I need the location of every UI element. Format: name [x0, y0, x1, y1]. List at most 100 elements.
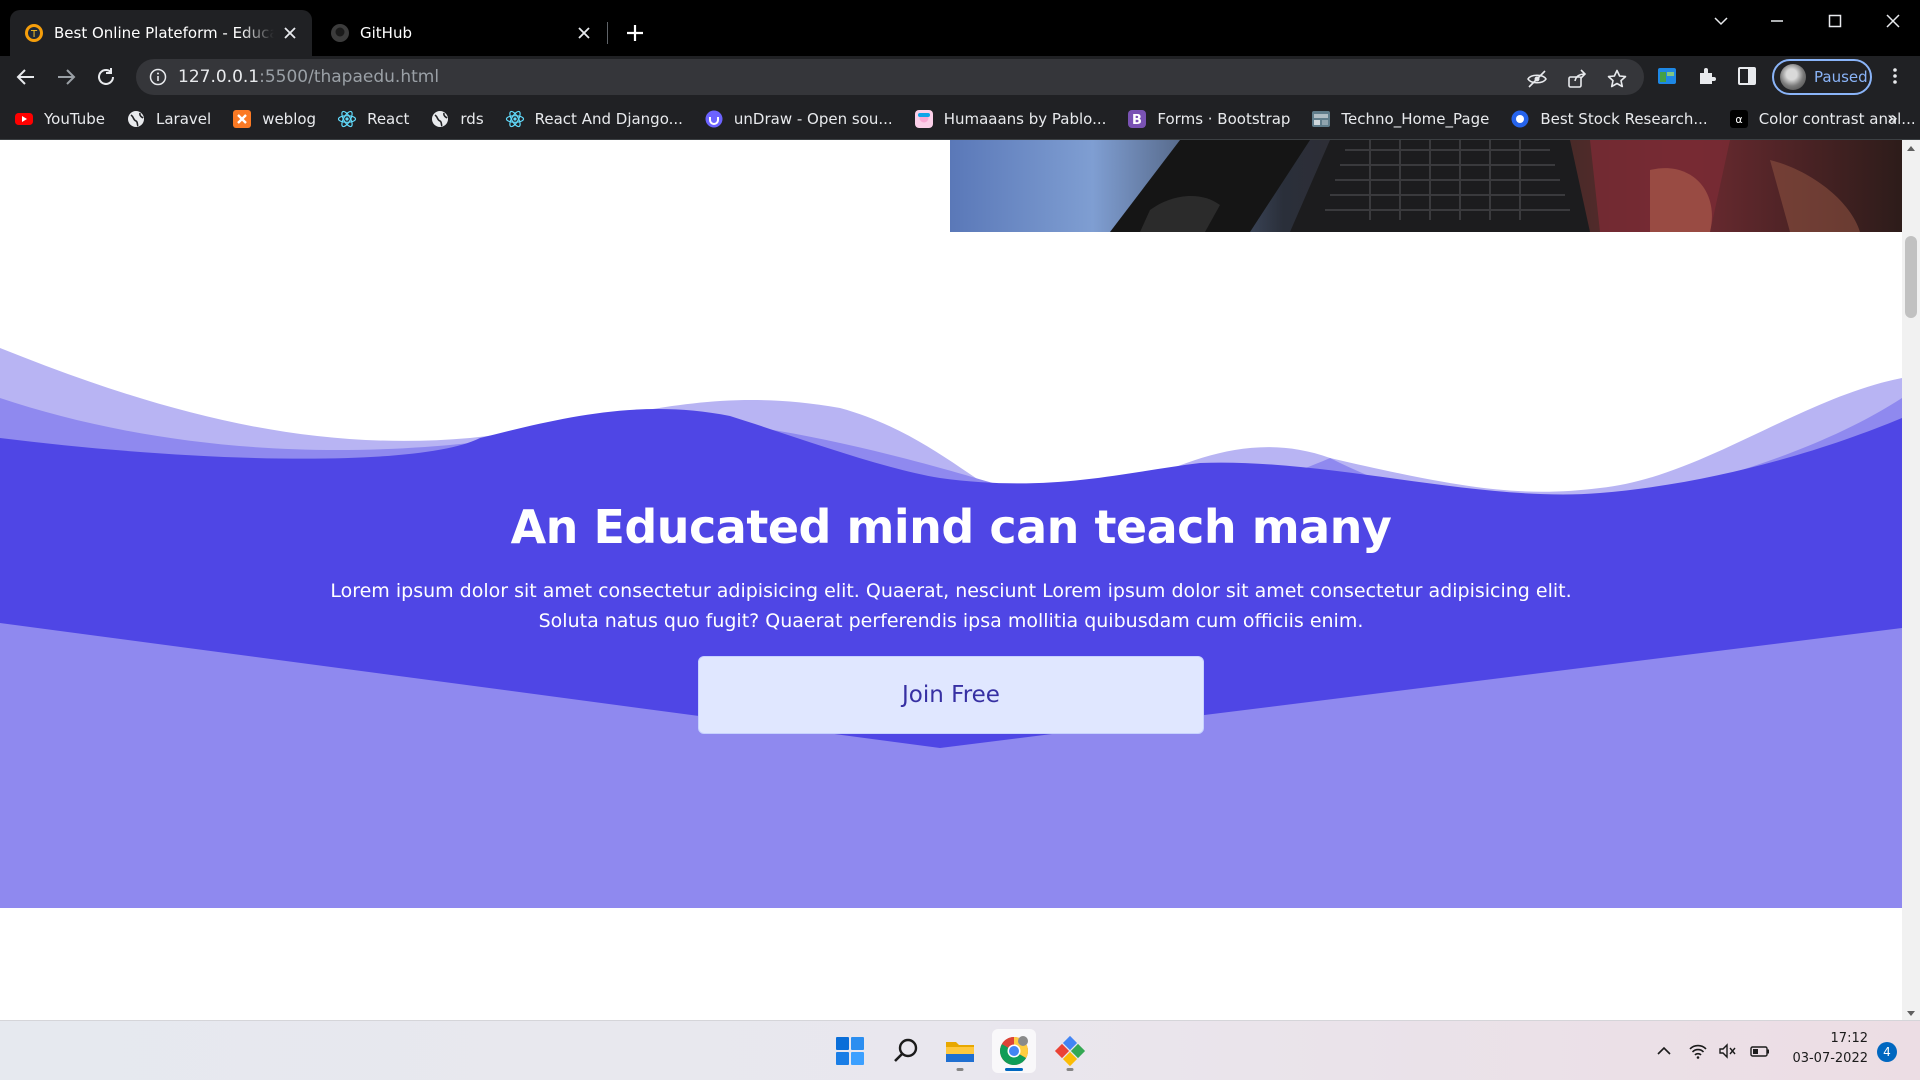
- extensions-puzzle-icon[interactable]: [1696, 65, 1718, 87]
- volume-muted-icon[interactable]: [1718, 1041, 1738, 1061]
- tab-title: Best Online Plateform - Education: [54, 24, 274, 42]
- react-icon: [337, 110, 357, 127]
- address-bar[interactable]: 127.0.0.1:5500/thapaedu.html: [136, 59, 1644, 95]
- stock-icon: [1511, 110, 1529, 127]
- url-path: :5500/thapaedu.html: [259, 67, 440, 87]
- start-button[interactable]: [828, 1029, 872, 1073]
- side-panel-icon[interactable]: [1736, 65, 1758, 87]
- kebab-menu-icon[interactable]: [1884, 65, 1906, 87]
- clock-time: 17:12: [1830, 1031, 1868, 1046]
- tab-active[interactable]: T Best Online Plateform - Education: [10, 10, 312, 56]
- tab-github[interactable]: GitHub: [316, 10, 606, 56]
- new-tab-plus-icon[interactable]: [622, 20, 648, 46]
- bookmark-label: Techno_Home_Page: [1341, 109, 1490, 128]
- running-indicator: [1066, 1068, 1074, 1071]
- bookmark-label: Best Stock Research...: [1540, 109, 1708, 128]
- techno-icon: [1312, 110, 1331, 127]
- windows-taskbar: 17:12 03-07-2022 4: [0, 1020, 1920, 1080]
- search-icon: [894, 1038, 918, 1062]
- bookmarks-overflow-button[interactable]: »: [1887, 108, 1898, 129]
- bookmark-undraw[interactable]: unDraw - Open sou...: [704, 109, 893, 129]
- bookmark-label: Humaaans by Pablo...: [943, 109, 1107, 128]
- contrast-icon: α: [1729, 109, 1748, 128]
- windows-logo-icon: [836, 1037, 864, 1065]
- avatar: [1780, 64, 1806, 90]
- close-window-icon[interactable]: [1880, 8, 1906, 34]
- file-explorer-button[interactable]: [938, 1029, 982, 1073]
- tab-separator: [607, 22, 608, 44]
- globe-icon: [432, 110, 449, 127]
- cta-heading: An Educated mind can teach many: [510, 500, 1392, 554]
- page-scrollbar[interactable]: [1902, 140, 1920, 1020]
- xampp-icon: [233, 109, 252, 128]
- bookmark-humaaans[interactable]: Humaaans by Pablo...: [914, 109, 1107, 129]
- svg-text:T: T: [30, 29, 38, 40]
- battery-icon[interactable]: [1750, 1041, 1770, 1061]
- svg-text:α: α: [1735, 113, 1742, 126]
- bookmark-label: YouTube: [44, 109, 105, 128]
- svg-text:B: B: [1132, 113, 1142, 128]
- bookmark-label: rds: [460, 109, 484, 128]
- notification-badge[interactable]: 4: [1877, 1042, 1897, 1062]
- close-tab-icon[interactable]: [576, 25, 592, 41]
- tab-search-chevron-icon[interactable]: [1708, 8, 1734, 34]
- bookmarks-bar: YouTube Laravel weblog React rds React A…: [0, 98, 1920, 140]
- humaaans-icon: [914, 109, 933, 128]
- youtube-icon: [15, 112, 33, 125]
- profile-button[interactable]: Paused: [1772, 59, 1872, 95]
- pinned-app-button[interactable]: [1048, 1029, 1092, 1073]
- extension-green-icon[interactable]: [1656, 65, 1678, 87]
- tab-title: GitHub: [360, 24, 412, 42]
- back-arrow-icon[interactable]: [14, 65, 38, 89]
- url-host: 127.0.0.1: [178, 67, 260, 87]
- eye-slash-icon[interactable]: [1526, 68, 1548, 90]
- minimize-icon[interactable]: [1764, 8, 1790, 34]
- scroll-down-arrow-icon[interactable]: [1907, 1011, 1915, 1016]
- site-info-icon[interactable]: [148, 67, 168, 87]
- share-icon[interactable]: [1566, 68, 1588, 90]
- profile-status: Paused: [1814, 68, 1868, 86]
- cta-section: An Educated mind can teach many Lorem ip…: [0, 500, 1902, 734]
- tab-strip: T Best Online Plateform - Education GitH…: [0, 0, 1920, 56]
- scroll-up-arrow-icon[interactable]: [1907, 146, 1915, 151]
- chrome-button[interactable]: [992, 1029, 1036, 1073]
- browser-toolbar: 127.0.0.1:5500/thapaedu.html Paused: [0, 56, 1920, 98]
- globe-icon: [128, 110, 144, 127]
- bookmark-laravel[interactable]: Laravel: [126, 109, 211, 129]
- bookmark-weblog[interactable]: weblog: [232, 109, 316, 129]
- bookmark-youtube[interactable]: YouTube: [14, 109, 105, 129]
- chevron-up-icon[interactable]: [1654, 1041, 1674, 1061]
- bookmark-label: Forms · Bootstrap: [1157, 109, 1291, 128]
- bookmark-bootstrap[interactable]: B Forms · Bootstrap: [1127, 109, 1290, 129]
- chrome-icon: [1000, 1036, 1028, 1065]
- app-diamond-icon: [1054, 1035, 1086, 1067]
- bookmark-rds[interactable]: rds: [430, 109, 484, 129]
- scroll-thumb[interactable]: [1905, 236, 1917, 318]
- bookmark-label: React: [367, 109, 410, 128]
- bookmark-label: React And Django...: [534, 109, 683, 128]
- bookmark-star-icon[interactable]: [1606, 68, 1628, 90]
- site-favicon-icon: T: [25, 24, 43, 42]
- close-tab-icon[interactable]: [282, 25, 298, 41]
- bookmark-stock-research[interactable]: Best Stock Research...: [1510, 109, 1708, 129]
- search-button[interactable]: [884, 1029, 928, 1073]
- hero-photo: [950, 140, 1902, 232]
- reload-icon[interactable]: [94, 65, 118, 89]
- join-free-button[interactable]: Join Free: [698, 656, 1204, 734]
- bookmark-techno-home[interactable]: Techno_Home_Page: [1311, 109, 1489, 129]
- bookmark-react[interactable]: React: [337, 109, 409, 129]
- forward-arrow-icon[interactable]: [54, 65, 78, 89]
- bootstrap-icon: B: [1128, 109, 1147, 128]
- react-icon: [505, 110, 524, 127]
- running-indicator: [956, 1068, 964, 1071]
- folder-icon: [946, 1042, 974, 1062]
- bookmark-react-django[interactable]: React And Django...: [505, 109, 683, 129]
- running-indicator: [1005, 1068, 1023, 1071]
- wifi-icon[interactable]: [1688, 1041, 1708, 1061]
- system-clock[interactable]: 17:12 03-07-2022: [1786, 1029, 1868, 1069]
- maximize-icon[interactable]: [1822, 8, 1848, 34]
- page-viewport: An Educated mind can teach many Lorem ip…: [0, 140, 1902, 1020]
- bookmark-label: Laravel: [156, 109, 212, 128]
- github-icon: [331, 24, 349, 42]
- cta-description: Lorem ipsum dolor sit amet consectetur a…: [330, 580, 1572, 632]
